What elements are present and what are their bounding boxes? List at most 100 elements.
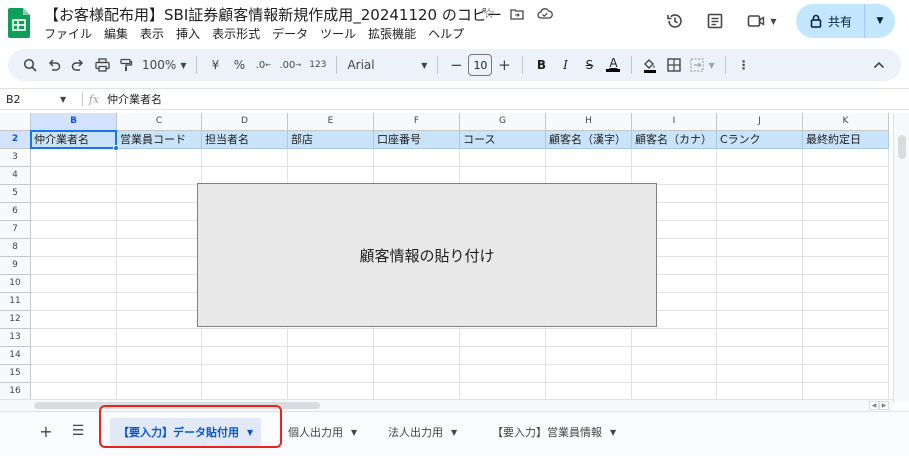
- column-header-j[interactable]: J: [717, 113, 803, 131]
- paint-format-icon[interactable]: [114, 53, 138, 77]
- grid-cell[interactable]: [460, 149, 546, 167]
- font-size-input[interactable]: 10: [468, 54, 493, 76]
- grid-cell[interactable]: [460, 365, 546, 383]
- row-number[interactable]: 5: [0, 185, 31, 203]
- grid-cell[interactable]: [717, 149, 803, 167]
- grid-cell[interactable]: [546, 347, 632, 365]
- grid-cell[interactable]: [117, 311, 202, 329]
- grid-cell[interactable]: [717, 221, 803, 239]
- sheet-tab-individual-output[interactable]: 個人出力用 ▼: [280, 418, 365, 446]
- row-number[interactable]: 7: [0, 221, 31, 239]
- cloud-status-icon[interactable]: [536, 5, 554, 23]
- chevron-down-icon[interactable]: ▼: [247, 428, 253, 437]
- scroll-left-icon[interactable]: ◀: [869, 401, 879, 410]
- grid-cell[interactable]: [31, 185, 117, 203]
- row-number[interactable]: 8: [0, 239, 31, 257]
- grid-cell[interactable]: [31, 221, 117, 239]
- grid-cell[interactable]: [803, 221, 889, 239]
- collapse-menus-icon[interactable]: [867, 53, 891, 77]
- horizontal-scrollbar[interactable]: ◀ ▶: [0, 399, 893, 411]
- column-header-f[interactable]: F: [374, 113, 460, 131]
- fill-color-icon[interactable]: [638, 53, 662, 77]
- paste-customer-info-box[interactable]: 顧客情報の貼り付け: [197, 183, 657, 327]
- column-header-g[interactable]: G: [460, 113, 546, 131]
- grid-cell[interactable]: [546, 149, 632, 167]
- move-folder-icon[interactable]: [508, 5, 526, 23]
- grid-cell[interactable]: [117, 329, 202, 347]
- grid-cell[interactable]: [803, 167, 889, 185]
- grid-cell[interactable]: [31, 275, 117, 293]
- increase-font-size-button[interactable]: +: [492, 53, 516, 77]
- grid-cell[interactable]: [803, 311, 889, 329]
- column-header-b[interactable]: B: [31, 113, 117, 131]
- grid-cell[interactable]: [717, 239, 803, 257]
- row-number[interactable]: 10: [0, 275, 31, 293]
- font-family-select[interactable]: Arial ▼: [343, 53, 431, 77]
- grid-cell[interactable]: [717, 257, 803, 275]
- grid-cell[interactable]: [717, 347, 803, 365]
- sheet-tab-sales-staff-info[interactable]: 【要入力】営業員情報 ▼: [484, 418, 624, 446]
- document-title[interactable]: 【お客様配布用】SBI証券顧客情報新規作成用_20241120 のコピー: [44, 4, 502, 25]
- redo-icon[interactable]: [66, 53, 90, 77]
- grid-cell[interactable]: [374, 347, 460, 365]
- grid-cell[interactable]: [202, 347, 288, 365]
- menu-insert[interactable]: 挿入: [176, 25, 200, 42]
- grid-cell[interactable]: [31, 167, 117, 185]
- grid-cell[interactable]: [632, 347, 717, 365]
- grid-cell[interactable]: [288, 383, 374, 399]
- grid-cell[interactable]: [717, 167, 803, 185]
- chevron-down-icon[interactable]: ▼: [610, 428, 616, 437]
- search-menus-icon[interactable]: [18, 53, 42, 77]
- grid-cell[interactable]: [632, 329, 717, 347]
- column-header-k[interactable]: K: [803, 113, 889, 131]
- scroll-right-icon[interactable]: ▶: [879, 401, 889, 410]
- increase-decimal-button[interactable]: .00 →: [275, 53, 305, 77]
- grid-cell[interactable]: [717, 383, 803, 399]
- row-number[interactable]: 15: [0, 365, 31, 383]
- grid-cell[interactable]: [717, 329, 803, 347]
- chevron-down-icon[interactable]: ▼: [60, 95, 82, 104]
- vertical-scrollbar[interactable]: [893, 113, 909, 403]
- grid-cell[interactable]: [117, 185, 202, 203]
- horizontal-scroll-thumb[interactable]: [34, 402, 320, 409]
- grid-cell[interactable]: [288, 347, 374, 365]
- grid-cell[interactable]: [546, 329, 632, 347]
- grid-cell[interactable]: [288, 149, 374, 167]
- grid-cell[interactable]: [717, 311, 803, 329]
- decrease-decimal-button[interactable]: .0 ←: [251, 53, 275, 77]
- percent-format-button[interactable]: %: [227, 53, 251, 77]
- header-cell-b[interactable]: 仲介業者名: [31, 131, 117, 149]
- sheets-logo-icon[interactable]: [8, 8, 30, 38]
- grid-cell[interactable]: [717, 293, 803, 311]
- grid-cell[interactable]: [202, 383, 288, 399]
- grid-cell[interactable]: [31, 365, 117, 383]
- grid-cell[interactable]: [374, 329, 460, 347]
- borders-icon[interactable]: [662, 53, 686, 77]
- undo-icon[interactable]: [42, 53, 66, 77]
- menu-tools[interactable]: ツール: [320, 25, 356, 42]
- row-number[interactable]: 11: [0, 293, 31, 311]
- grid-cell[interactable]: [202, 329, 288, 347]
- grid-cell[interactable]: [117, 149, 202, 167]
- grid-cell[interactable]: [31, 239, 117, 257]
- comments-icon[interactable]: [702, 8, 728, 34]
- grid-cell[interactable]: [803, 347, 889, 365]
- row-number[interactable]: 14: [0, 347, 31, 365]
- zoom-select[interactable]: 100% ▼: [138, 53, 190, 77]
- grid-cell[interactable]: [374, 383, 460, 399]
- currency-format-button[interactable]: ¥: [203, 53, 227, 77]
- menu-file[interactable]: ファイル: [44, 25, 92, 42]
- header-cell-j[interactable]: Cランク: [717, 131, 803, 149]
- grid-cell[interactable]: [117, 221, 202, 239]
- row-number[interactable]: 6: [0, 203, 31, 221]
- menu-edit[interactable]: 編集: [104, 25, 128, 42]
- header-cell-g[interactable]: コース: [460, 131, 546, 149]
- header-cell-h[interactable]: 顧客名（漢字）: [546, 131, 632, 149]
- grid-cell[interactable]: [803, 275, 889, 293]
- name-box[interactable]: B2: [0, 93, 60, 106]
- more-options-icon[interactable]: ⋮: [732, 53, 756, 77]
- row-number[interactable]: 16: [0, 383, 31, 399]
- sheet-tab-data-paste[interactable]: 【要入力】データ貼付用 ▼: [110, 418, 262, 446]
- menu-extensions[interactable]: 拡張機能: [368, 25, 416, 42]
- grid-cell[interactable]: [202, 149, 288, 167]
